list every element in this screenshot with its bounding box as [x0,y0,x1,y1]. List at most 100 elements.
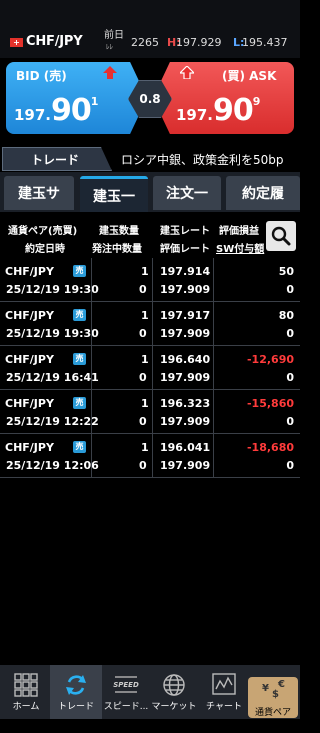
row-pending: 0 [139,459,147,472]
speed-order-icon: SPEED [113,676,139,693]
sell-badge: 売 [73,309,86,321]
currency-symbols-icon: ¥ $ € [262,679,285,700]
row-qty: 1 [141,441,149,454]
svg-text:¥: ¥ [262,683,269,694]
trade-tab[interactable]: トレード [2,147,112,171]
nav-label: スピード... [103,702,149,712]
tab-position-list[interactable]: 建玉一 [80,176,148,212]
row-pnl: -12,690 [246,353,294,366]
row-swap: 0 [286,371,294,384]
column-divider [152,258,153,478]
search-icon [271,226,291,246]
chart-icon [212,673,236,695]
bid-label: BID (売) [16,69,67,83]
nav-label: トレード [57,702,94,712]
row-date: 25/12/19 19:30 [6,327,99,340]
row-eval-rate: 197.909 [160,327,211,340]
globe-icon [163,674,185,696]
sell-badge: 売 [73,353,86,365]
table-row[interactable]: CHF/JPY 売 25/12/19 12:22 1 0 196.323 197… [0,390,300,434]
home-grid-icon [14,673,38,697]
news-ticker[interactable]: ロシア中銀、政策金利を50bp [121,151,300,168]
sell-badge: 売 [73,441,86,453]
row-rate: 197.917 [160,309,211,322]
svg-text:SPEED: SPEED [113,681,139,689]
currency-pair-label: 通貨ペア [255,708,292,718]
tab-execution-history[interactable]: 約定履 [226,176,300,210]
row-swap: 0 [286,283,294,296]
nav-trade[interactable]: トレード [50,665,102,719]
row-eval-rate: 197.909 [160,459,211,472]
search-button[interactable] [266,221,296,251]
header-valuation-rate: 評価レート [160,244,210,255]
row-pair: CHF/JPY [5,441,54,454]
tab-position-summary[interactable]: 建玉サ [4,176,74,210]
sell-badge: 売 [73,265,86,277]
table-row[interactable]: CHF/JPY 売 25/12/19 12:06 1 0 196.041 197… [0,434,300,478]
nav-label: マーケット [151,702,197,712]
row-pnl: 80 [278,309,294,322]
svg-text:$: $ [272,689,279,700]
tab-order-list[interactable]: 注文一 [153,176,221,210]
header-position-rate: 建玉レート [160,226,210,237]
row-pair: CHF/JPY [5,353,54,366]
header-swap[interactable]: SW付与額 [216,240,264,255]
row-eval-rate: 197.909 [160,371,211,384]
table-row[interactable]: CHF/JPY 売 25/12/19 19:30 1 0 197.917 197… [0,302,300,346]
row-qty: 1 [141,397,149,410]
nav-speed[interactable]: SPEED スピード... [100,665,152,719]
row-eval-rate: 197.909 [160,283,211,296]
row-pair: CHF/JPY [5,265,54,278]
row-pending: 0 [139,415,147,428]
low-value: 195.437 [242,36,288,49]
row-qty: 1 [141,353,149,366]
nav-home[interactable]: ホーム [0,665,52,719]
row-date: 25/12/19 19:30 [6,283,99,296]
bid-price: 197.901 [14,93,99,128]
row-rate: 196.640 [160,353,211,366]
row-pnl: 50 [278,265,294,278]
nav-label: チャート [206,702,242,712]
row-date: 25/12/19 16:41 [6,371,99,384]
top-bar [0,0,300,58]
ask-up-arrow-icon [180,66,194,79]
position-table: CHF/JPY 売 25/12/19 19:30 1 0 197.914 197… [0,258,300,478]
row-pnl: -18,680 [246,441,294,454]
bid-up-arrow-icon [103,66,117,79]
row-swap: 0 [286,415,294,428]
nav-market[interactable]: マーケット [148,665,200,719]
pair-title[interactable]: CHF/JPY [26,34,83,49]
row-qty: 1 [141,309,149,322]
header-pending-qty: 発注中数量 [92,244,142,255]
row-rate: 196.323 [160,397,211,410]
row-rate: 196.041 [160,441,211,454]
row-pending: 0 [139,371,147,384]
row-date: 25/12/19 12:22 [6,415,99,428]
prev-day-label: 前日 [104,30,124,41]
header-position-qty: 建玉数量 [99,226,139,237]
sell-badge: 売 [73,397,86,409]
day-count: 2265 [131,36,159,49]
row-pair: CHF/JPY [5,309,54,322]
row-swap: 0 [286,459,294,472]
nav-label: ホーム [12,702,40,712]
row-pending: 0 [139,327,147,340]
exchange-arrows-icon [66,675,86,695]
column-divider [91,258,92,478]
row-swap: 0 [286,327,294,340]
header-pnl: 評価損益 [219,226,259,237]
table-row[interactable]: CHF/JPY 売 25/12/19 19:30 1 0 197.914 197… [0,258,300,302]
table-row[interactable]: CHF/JPY 売 25/12/19 16:41 1 0 196.640 197… [0,346,300,390]
row-pending: 0 [139,283,147,296]
row-pair: CHF/JPY [5,397,54,410]
row-rate: 197.914 [160,265,211,278]
swiss-flag-icon: + [10,38,23,47]
column-divider [213,258,214,478]
prev-day-arrow: ﾚﾚ [106,43,113,51]
header-pair-side: 通貨ペア(売買) [8,226,78,237]
nav-chart[interactable]: チャート [198,665,250,719]
svg-text:€: € [277,679,285,690]
row-date: 25/12/19 12:06 [6,459,99,472]
row-eval-rate: 197.909 [160,415,211,428]
ask-price: 197.909 [176,93,261,128]
